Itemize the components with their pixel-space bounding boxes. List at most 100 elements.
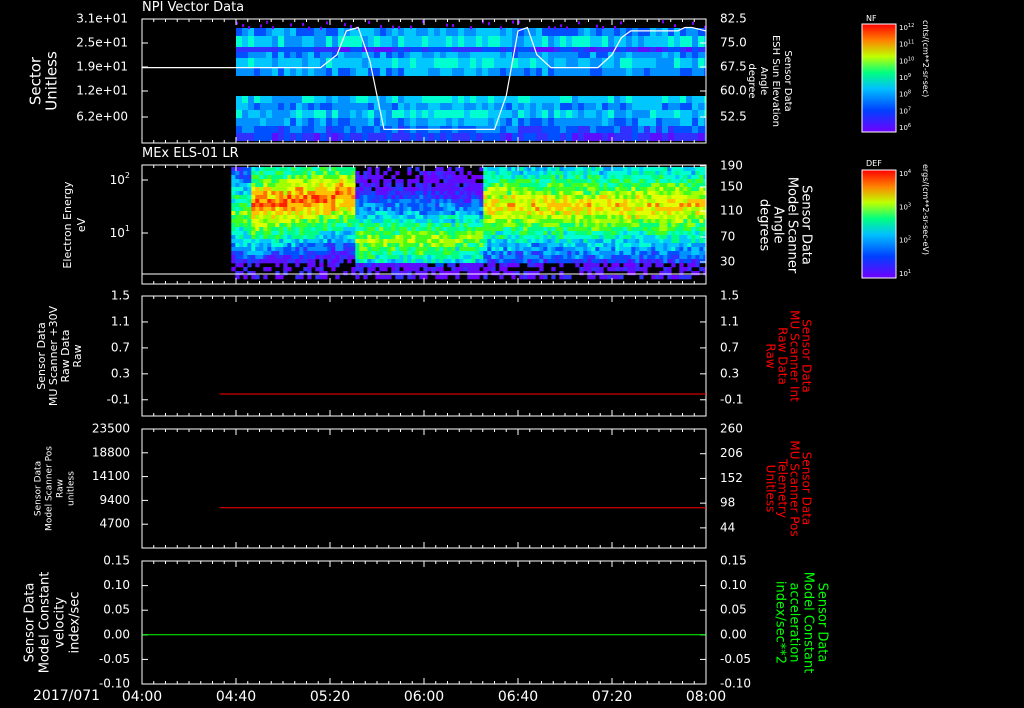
heatmap-cell [379, 275, 384, 280]
heatmap-cell [287, 167, 292, 172]
heatmap-cell [483, 255, 488, 260]
heatmap-cell [563, 187, 568, 192]
heatmap-cell [231, 243, 236, 248]
heatmap-cell [255, 247, 260, 252]
heatmap-cell [631, 195, 636, 200]
heatmap-cell [591, 239, 596, 244]
heatmap-cell [464, 28, 471, 36]
heatmap-cell [443, 207, 448, 212]
heatmap-cell [518, 52, 525, 58]
heatmap-cell [307, 275, 312, 280]
heatmap-cell [675, 247, 680, 252]
heatmap-cell [362, 110, 369, 118]
heatmap-cell [363, 231, 368, 236]
heatmap-cell [368, 28, 375, 36]
heatmap-cell [291, 171, 296, 176]
heatmap-cell [311, 223, 316, 228]
heatmap-cell [591, 259, 596, 264]
heatmap-cell [643, 211, 648, 216]
heatmap-cell [343, 175, 348, 180]
heatmap-cell [639, 255, 644, 260]
heatmap-cell [632, 103, 639, 110]
heatmap-cell [703, 195, 706, 200]
heatmap-cell [487, 239, 492, 244]
heatmap-cell [476, 47, 483, 52]
heatmap-cell [355, 219, 360, 224]
heatmap-cell [671, 243, 676, 248]
heatmap-cell [439, 247, 444, 252]
heatmap-cell [290, 36, 297, 47]
heatmap-cell [440, 68, 447, 76]
heatmap-cell [507, 235, 512, 240]
heatmap-cell [314, 28, 321, 36]
y-tick-label: 0.3 [111, 366, 130, 380]
heatmap-cell [439, 243, 444, 248]
heatmap-cell [447, 251, 452, 256]
heatmap-cell [451, 227, 456, 232]
heatmap-cell [467, 179, 472, 184]
heatmap-speckle [452, 24, 454, 28]
heatmap-cell [379, 215, 384, 220]
heatmap-cell [260, 118, 267, 126]
heatmap-cell [255, 227, 260, 232]
heatmap-cell [615, 219, 620, 224]
heatmap-cell [591, 203, 596, 208]
heatmap-cell [531, 167, 536, 172]
heatmap-cell [515, 195, 520, 200]
heatmap-cell [559, 179, 564, 184]
heatmap-cell [275, 263, 280, 268]
heatmap-cell [704, 96, 706, 103]
heatmap-cell [703, 167, 706, 172]
heatmap-cell [527, 247, 532, 252]
heatmap-cell [434, 103, 441, 110]
heatmap-cell [667, 227, 672, 232]
heatmap-cell [603, 219, 608, 224]
heatmap-cell [343, 255, 348, 260]
heatmap-cell [404, 58, 411, 68]
heatmap-cell [662, 110, 669, 118]
heatmap-cell [611, 231, 616, 236]
heatmap-cell [359, 247, 364, 252]
heatmap-cell [455, 275, 460, 280]
heatmap-speckle [248, 26, 250, 30]
heatmap-cell [614, 126, 621, 133]
heatmap-cell [235, 175, 240, 180]
heatmap-cell [443, 191, 448, 196]
heatmap-cell [299, 235, 304, 240]
heatmap-cell [467, 183, 472, 188]
heatmap-cell [374, 118, 381, 126]
heatmap-cell [595, 207, 600, 212]
heatmap-cell [239, 203, 244, 208]
heatmap-cell [323, 275, 328, 280]
heatmap-cell [291, 259, 296, 264]
heatmap-cell [583, 191, 588, 196]
heatmap-cell [379, 195, 384, 200]
heatmap-cell [615, 231, 620, 236]
x-tick-label: 07:20 [592, 689, 632, 705]
heatmap-cell [675, 211, 680, 216]
heatmap-cell [440, 118, 447, 126]
heatmap-cell [584, 58, 591, 68]
heatmap-cell [263, 215, 268, 220]
heatmap-cell [271, 199, 276, 204]
heatmap-cell [523, 223, 528, 228]
heatmap-cell [668, 47, 675, 52]
heatmap-cell [551, 255, 556, 260]
heatmap-cell [695, 219, 700, 224]
heatmap-cell [287, 243, 292, 248]
heatmap-cell [315, 275, 320, 280]
heatmap-cell [571, 187, 576, 192]
heatmap-cell [266, 68, 273, 76]
heatmap-cell [595, 251, 600, 256]
heatmap-cell [359, 199, 364, 204]
heatmap-cell [283, 231, 288, 236]
heatmap-cell [386, 118, 393, 126]
heatmap-cell [584, 96, 591, 103]
heatmap-cell [383, 263, 388, 268]
heatmap-cell [326, 52, 333, 58]
heatmap-cell [467, 267, 472, 272]
heatmap-cell [339, 191, 344, 196]
heatmap-cell [563, 203, 568, 208]
heatmap-cell [608, 110, 615, 118]
heatmap-cell [555, 199, 560, 204]
